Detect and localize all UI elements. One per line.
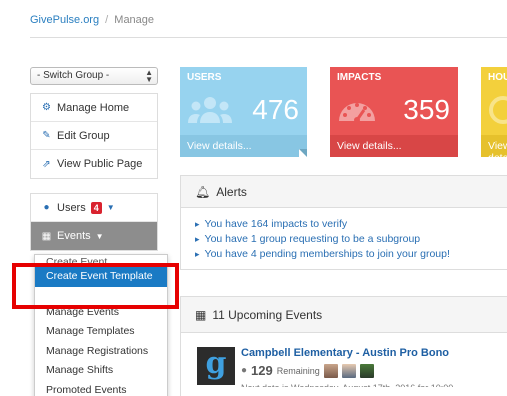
breadcrumb-current: Manage bbox=[114, 14, 155, 26]
users-stat-tile[interactable]: USERS 476 View details... bbox=[180, 67, 307, 157]
select-arrows-icon: ▲ ▼ bbox=[145, 68, 153, 84]
calendar-icon: ▦ bbox=[195, 307, 207, 322]
calendar-icon: ▦ bbox=[41, 230, 52, 242]
bell-icon: 🔔︎ bbox=[195, 184, 211, 199]
sidebar-item-label: Events bbox=[57, 230, 91, 242]
event-logo[interactable]: g bbox=[197, 347, 235, 385]
users-view-details-link[interactable]: View details... bbox=[180, 135, 307, 157]
dropdown-item-manage-shifts[interactable]: Manage Shifts bbox=[35, 361, 167, 381]
alerts-panel: 🔔︎ Alerts You have 164 impacts to verify… bbox=[180, 175, 507, 270]
external-link-icon: ⇗ bbox=[42, 158, 51, 170]
alerts-header: 🔔︎ Alerts bbox=[181, 176, 507, 208]
tile-title: IMPACTS bbox=[337, 72, 382, 83]
switch-group-label: - Switch Group - bbox=[37, 70, 110, 81]
sidebar-item-users[interactable]: ● Users 4 ▼ bbox=[31, 194, 157, 222]
sidebar-item-events[interactable]: ▦ Events ▼ bbox=[31, 222, 157, 250]
dropdown-item-promoted-events[interactable]: Promoted Events bbox=[35, 381, 167, 396]
users-count-badge: 4 bbox=[90, 201, 102, 214]
upcoming-events-panel: ▦ 11 Upcoming Events g Campbell Elementa… bbox=[180, 296, 507, 396]
alerts-list: You have 164 impacts to verify You have … bbox=[181, 208, 507, 271]
sidebar-item-view-public-page[interactable]: ⇗ View Public Page bbox=[31, 150, 157, 178]
sidebar-users-events: ● Users 4 ▼ ▦ Events ▼ bbox=[30, 193, 158, 251]
users-group-icon bbox=[188, 97, 232, 123]
breadcrumb-separator: / bbox=[105, 14, 109, 26]
gears-icon: ⚙ bbox=[42, 102, 51, 113]
attendee-avatar[interactable] bbox=[323, 363, 338, 378]
event-datetime: Next date is Wednesday, August 17th, 201… bbox=[241, 381, 453, 387]
impacts-view-details-link[interactable]: View details... bbox=[330, 135, 458, 157]
attendee-avatar[interactable] bbox=[341, 363, 356, 378]
alert-item[interactable]: You have 164 impacts to verify bbox=[195, 217, 505, 232]
clock-icon bbox=[489, 96, 507, 124]
hours-view-details-link[interactable]: View details... bbox=[481, 135, 507, 157]
event-stats: ● 129 Remaining bbox=[241, 363, 374, 378]
alert-item[interactable]: You have 4 pending memberships to join y… bbox=[195, 247, 505, 262]
event-title-link[interactable]: Campbell Elementary - Austin Pro Bono bbox=[241, 347, 449, 359]
alert-item[interactable]: You have 1 group requesting to be a subg… bbox=[195, 232, 505, 247]
upcoming-events-title: 11 Upcoming Events bbox=[212, 307, 323, 322]
sidebar-item-label: View Public Page bbox=[57, 158, 143, 170]
sidebar-item-edit-group[interactable]: ✎ Edit Group bbox=[31, 122, 157, 150]
impacts-stat-tile[interactable]: IMPACTS 359 View details... bbox=[330, 67, 458, 157]
sidebar-menu: ⚙ Manage Home ✎ Edit Group ⇗ View Public… bbox=[30, 93, 158, 179]
event-remaining-label: Remaining bbox=[276, 365, 320, 376]
switch-group-select[interactable]: - Switch Group - ▲ ▼ bbox=[30, 67, 158, 85]
event-remaining-count: 129 bbox=[251, 363, 273, 378]
user-icon: ● bbox=[43, 202, 50, 213]
users-count: 476 bbox=[252, 94, 299, 125]
dashboard-gauge-icon bbox=[339, 103, 375, 123]
hours-stat-tile[interactable]: HOURS View details... bbox=[481, 67, 507, 157]
alerts-title: Alerts bbox=[216, 184, 247, 199]
sidebar-item-manage-home[interactable]: ⚙ Manage Home bbox=[31, 94, 157, 122]
sidebar-item-label: Users bbox=[57, 201, 86, 214]
tile-title: HOURS bbox=[488, 72, 507, 83]
caret-down-icon: ▼ bbox=[106, 203, 115, 212]
breadcrumb-site-link[interactable]: GivePulse.org bbox=[30, 14, 99, 26]
sidebar-item-label: Manage Home bbox=[57, 101, 130, 114]
attendee-avatar[interactable] bbox=[359, 363, 374, 378]
dropdown-item-manage-registrations[interactable]: Manage Registrations bbox=[35, 342, 167, 362]
pencil-icon: ✎ bbox=[42, 130, 51, 141]
dropdown-item-manage-templates[interactable]: Manage Templates bbox=[35, 322, 167, 342]
tile-corner-fold bbox=[299, 149, 307, 157]
caret-down-icon: ▼ bbox=[95, 231, 104, 241]
tile-title: USERS bbox=[187, 72, 222, 83]
sidebar-item-label: Edit Group bbox=[57, 129, 110, 142]
highlight-annotation-box bbox=[12, 263, 179, 309]
user-icon: ● bbox=[241, 365, 248, 376]
upcoming-events-header: ▦ 11 Upcoming Events bbox=[181, 297, 507, 333]
impacts-count: 359 bbox=[403, 94, 450, 125]
header-divider bbox=[30, 37, 507, 38]
breadcrumb: GivePulse.org / Manage bbox=[30, 14, 154, 26]
